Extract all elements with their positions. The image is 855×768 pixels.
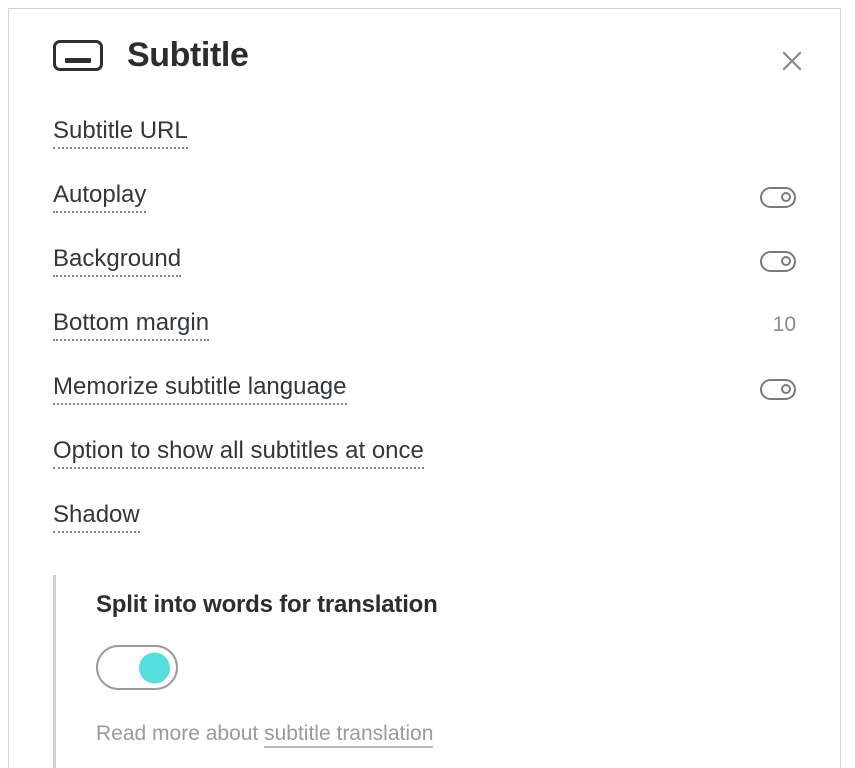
- setting-label[interactable]: Bottom margin: [53, 309, 210, 341]
- setting-label[interactable]: Subtitle URL: [53, 117, 188, 149]
- subtitle-translation-link[interactable]: subtitle translation: [264, 722, 434, 748]
- memorize-subtitle-language-toggle[interactable]: [760, 378, 796, 400]
- settings-list: Subtitle URL Autoplay Background Bottom …: [9, 101, 840, 549]
- bottom-margin-value[interactable]: 10: [773, 313, 796, 337]
- autoplay-toggle[interactable]: [760, 186, 796, 208]
- setting-label[interactable]: Memorize subtitle language: [53, 373, 347, 405]
- toggle-knob: [781, 256, 791, 266]
- read-more-prefix: Read more about: [96, 722, 265, 745]
- close-icon[interactable]: [778, 47, 806, 75]
- setting-label[interactable]: Option to show all subtitles at once: [53, 437, 424, 469]
- read-more-note: Read more about subtitle translation: [96, 722, 840, 748]
- subtitle-icon-bar: [65, 57, 91, 63]
- split-into-words-section: Split into words for translation Read mo…: [53, 575, 840, 768]
- setting-row-subtitle-url: Subtitle URL: [53, 101, 796, 165]
- split-into-words-title: Split into words for translation: [96, 591, 438, 618]
- setting-row-show-all-subtitles: Option to show all subtitles at once: [53, 421, 796, 485]
- panel-header: Subtitle: [9, 9, 840, 101]
- setting-row-autoplay: Autoplay: [53, 165, 796, 229]
- subtitle-captions-icon: [53, 39, 103, 71]
- toggle-knob: [139, 652, 170, 683]
- toggle-knob: [781, 384, 791, 394]
- page-title: Subtitle: [127, 36, 249, 74]
- setting-row-bottom-margin: Bottom margin 10: [53, 293, 796, 357]
- setting-row-background: Background: [53, 229, 796, 293]
- setting-row-shadow: Shadow: [53, 485, 796, 549]
- setting-label[interactable]: Shadow: [53, 501, 140, 533]
- setting-label[interactable]: Autoplay: [53, 181, 147, 213]
- subtitle-settings-panel: Subtitle Subtitle URL Autoplay Backgroun…: [8, 8, 841, 768]
- setting-label[interactable]: Background: [53, 245, 182, 277]
- split-into-words-toggle[interactable]: [96, 645, 178, 690]
- toggle-knob: [781, 192, 791, 202]
- setting-row-memorize-subtitle-language: Memorize subtitle language: [53, 357, 796, 421]
- background-toggle[interactable]: [760, 250, 796, 272]
